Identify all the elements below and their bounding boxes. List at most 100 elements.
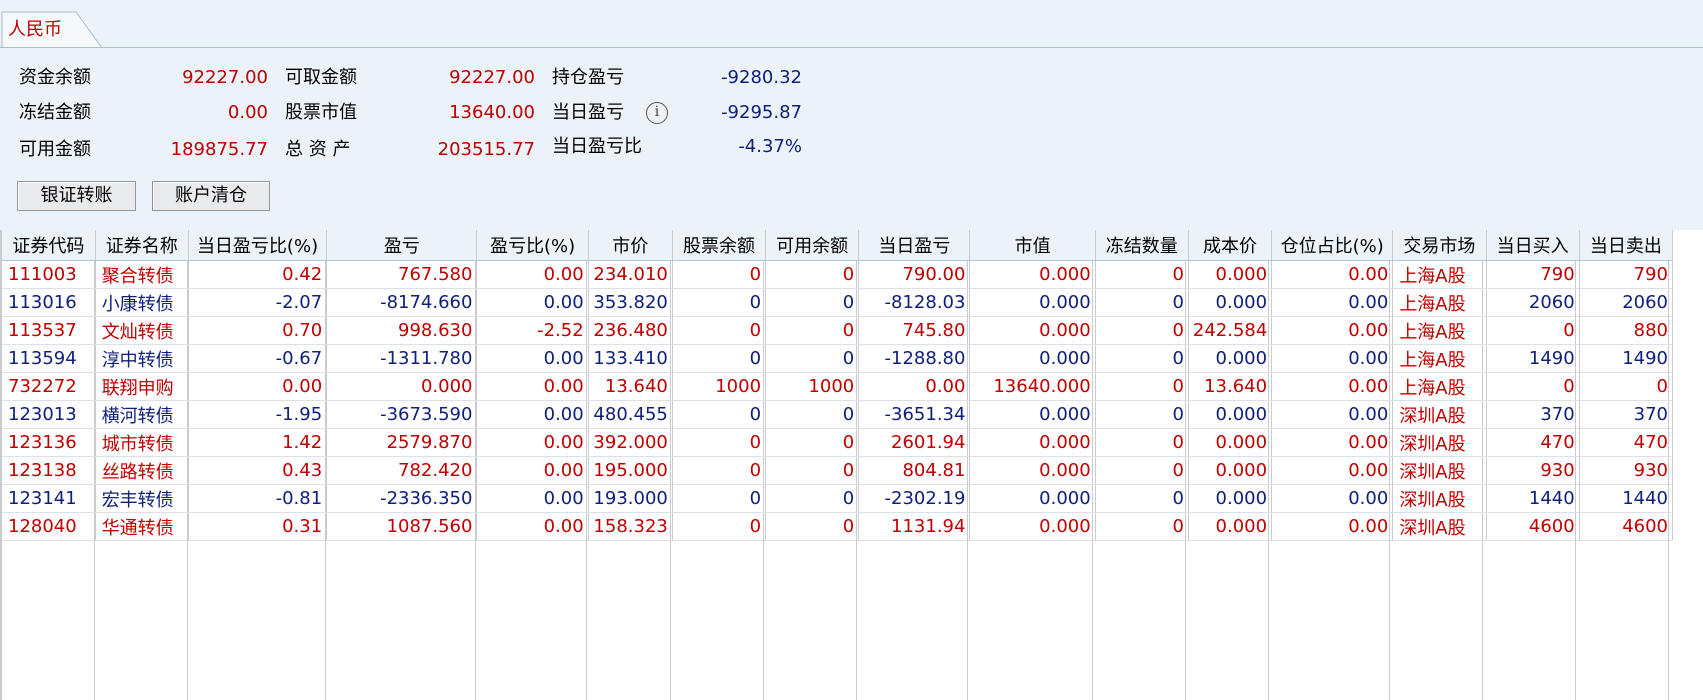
table-row[interactable]: 113537 文灿转债 0.70 998.630 -2.52 236.480 0 0 745.8… bbox=[2, 316, 1674, 345]
bank-transfer-button[interactable]: 银证转账 bbox=[17, 181, 136, 211]
column-header[interactable]: 盈亏 bbox=[326, 230, 478, 261]
positions-grid: 证券代码 证券名称 当日盈亏比(%) 盈亏 盈亏比(%) 市价 股票余额 可用余… bbox=[0, 230, 1703, 700]
label-daily-pnl-ratio: 当日盈亏比 bbox=[552, 136, 642, 157]
cell-daily-pnl-ratio: 0.43 bbox=[188, 456, 328, 485]
cell-daily-sell: 1490 bbox=[1579, 344, 1674, 373]
cell-available-balance: 0 bbox=[765, 344, 860, 373]
column-header[interactable]: 证券代码 bbox=[2, 230, 96, 261]
table-row[interactable]: 123141 宏丰转债 -0.81 -2336.350 0.00 193.000 0 0 -23… bbox=[2, 484, 1674, 513]
cell-market: 上海A股 bbox=[1392, 372, 1487, 401]
cell-cost-price: 13.640 bbox=[1188, 372, 1273, 401]
cell-cost-price: 242.584 bbox=[1188, 316, 1273, 345]
cell-pnl-ratio: 0.00 bbox=[476, 512, 589, 541]
cell-price: 353.820 bbox=[588, 288, 673, 317]
cell-daily-pnl: 0.00 bbox=[858, 372, 971, 401]
table-row[interactable]: 732272 联翔申购 0.00 0.000 0.00 13.640 1000 1000 0.0… bbox=[2, 372, 1674, 401]
cell-daily-sell: 1440 bbox=[1579, 484, 1674, 513]
column-header[interactable]: 盈亏比(%) bbox=[476, 230, 589, 261]
cell-market: 上海A股 bbox=[1392, 316, 1487, 345]
value-frozen: 0.00 bbox=[227, 102, 268, 123]
cell-frozen-qty: 0 bbox=[1095, 428, 1189, 457]
column-header[interactable]: 交易市场 bbox=[1392, 230, 1487, 261]
column-header[interactable]: 成本价 bbox=[1188, 230, 1273, 261]
cell-price: 234.010 bbox=[588, 260, 673, 289]
cell-daily-pnl-ratio: 0.31 bbox=[188, 512, 328, 541]
cell-market-value: 13640.000 bbox=[969, 372, 1096, 401]
cell-name: 华通转债 bbox=[95, 512, 189, 541]
value-stock-value: 13640.00 bbox=[449, 102, 535, 123]
label-balance: 资金余额 bbox=[19, 67, 91, 88]
cell-stock-balance: 0 bbox=[672, 400, 767, 429]
column-header[interactable]: 当日盈亏 bbox=[858, 230, 971, 261]
cell-stock-balance: 0 bbox=[672, 512, 767, 541]
cell-stock-balance: 0 bbox=[672, 428, 767, 457]
cell-market: 深圳A股 bbox=[1392, 484, 1487, 513]
label-frozen: 冻结金额 bbox=[19, 102, 91, 123]
tab-rmb-label[interactable]: 人民币 bbox=[8, 18, 62, 42]
cell-name: 小康转债 bbox=[95, 288, 189, 317]
column-header[interactable]: 股票余额 bbox=[672, 230, 767, 261]
column-header[interactable]: 市值 bbox=[969, 230, 1096, 261]
cell-code: 123141 bbox=[2, 484, 96, 513]
cell-code: 113537 bbox=[2, 316, 96, 345]
label-available: 可用金额 bbox=[19, 139, 91, 160]
cell-market-value: 0.000 bbox=[969, 400, 1096, 429]
cell-frozen-qty: 0 bbox=[1095, 456, 1189, 485]
table-row[interactable]: 123138 丝路转债 0.43 782.420 0.00 195.000 0 0 804.81… bbox=[2, 456, 1674, 485]
cell-daily-sell: 0 bbox=[1579, 372, 1674, 401]
cell-pnl: 1087.560 bbox=[326, 512, 478, 541]
cell-name: 横河转债 bbox=[95, 400, 189, 429]
column-header[interactable]: 可用余额 bbox=[765, 230, 860, 261]
cell-pnl: -2336.350 bbox=[326, 484, 478, 513]
cell-daily-pnl-ratio: 1.42 bbox=[188, 428, 328, 457]
cell-pnl-ratio: 0.00 bbox=[476, 400, 589, 429]
cell-daily-pnl-ratio: 0.70 bbox=[188, 316, 328, 345]
cell-position-ratio: 0.00 bbox=[1271, 428, 1394, 457]
column-header[interactable]: 证券名称 bbox=[95, 230, 189, 261]
column-header[interactable]: 冻结数量 bbox=[1095, 230, 1189, 261]
cell-stock-balance: 0 bbox=[672, 260, 767, 289]
table-header-row: 证券代码 证券名称 当日盈亏比(%) 盈亏 盈亏比(%) 市价 股票余额 可用余… bbox=[2, 230, 1674, 261]
cell-daily-pnl: -8128.03 bbox=[858, 288, 971, 317]
column-header[interactable]: 当日卖出 bbox=[1579, 230, 1674, 261]
cell-position-ratio: 0.00 bbox=[1271, 484, 1394, 513]
label-stock-value: 股票市值 bbox=[285, 102, 357, 123]
cell-frozen-qty: 0 bbox=[1095, 288, 1189, 317]
cell-cost-price: 0.000 bbox=[1188, 260, 1273, 289]
table-row[interactable]: 111003 聚合转债 0.42 767.580 0.00 234.010 0 0 790.00… bbox=[2, 260, 1674, 289]
table-row[interactable]: 123136 城市转债 1.42 2579.870 0.00 392.000 0 0 2601.… bbox=[2, 428, 1674, 457]
currency-tab-bar: 人民币 bbox=[0, 0, 1703, 49]
cell-pnl: 767.580 bbox=[326, 260, 478, 289]
info-icon[interactable]: i bbox=[646, 102, 668, 124]
table-row[interactable]: 123013 横河转债 -1.95 -3673.590 0.00 480.455 0 0 -36… bbox=[2, 400, 1674, 429]
table-row[interactable]: 113016 小康转债 -2.07 -8174.660 0.00 353.820 0 0 -81… bbox=[2, 288, 1674, 317]
clear-account-button[interactable]: 账户清仓 bbox=[152, 181, 270, 211]
cell-name: 淳中转债 bbox=[95, 344, 189, 373]
cell-position-ratio: 0.00 bbox=[1271, 372, 1394, 401]
table-row[interactable]: 113594 淳中转债 -0.67 -1311.780 0.00 133.410 0 0 -12… bbox=[2, 344, 1674, 373]
cell-name: 文灿转债 bbox=[95, 316, 189, 345]
value-position-pnl: -9280.32 bbox=[721, 67, 802, 88]
column-header[interactable]: 当日买入 bbox=[1486, 230, 1580, 261]
column-header[interactable]: 仓位占比(%) bbox=[1271, 230, 1394, 261]
cell-market: 上海A股 bbox=[1392, 344, 1487, 373]
cell-market: 深圳A股 bbox=[1392, 400, 1487, 429]
cell-price: 193.000 bbox=[588, 484, 673, 513]
tab-bar-divider bbox=[0, 47, 1703, 48]
cell-code: 128040 bbox=[2, 512, 96, 541]
cell-daily-sell: 2060 bbox=[1579, 288, 1674, 317]
cell-daily-buy: 0 bbox=[1486, 372, 1580, 401]
cell-daily-buy: 930 bbox=[1486, 456, 1580, 485]
column-header[interactable]: 市价 bbox=[588, 230, 673, 261]
cell-available-balance: 0 bbox=[765, 456, 860, 485]
cell-daily-pnl: -2302.19 bbox=[858, 484, 971, 513]
cell-pnl-ratio: 0.00 bbox=[476, 484, 589, 513]
table-row[interactable]: 128040 华通转债 0.31 1087.560 0.00 158.323 0 0 1131.… bbox=[2, 512, 1674, 541]
cell-available-balance: 0 bbox=[765, 260, 860, 289]
cell-position-ratio: 0.00 bbox=[1271, 512, 1394, 541]
cell-pnl: -1311.780 bbox=[326, 344, 478, 373]
cell-pnl-ratio: 0.00 bbox=[476, 288, 589, 317]
cell-daily-sell: 370 bbox=[1579, 400, 1674, 429]
value-balance: 92227.00 bbox=[182, 67, 268, 88]
column-header[interactable]: 当日盈亏比(%) bbox=[188, 230, 328, 261]
